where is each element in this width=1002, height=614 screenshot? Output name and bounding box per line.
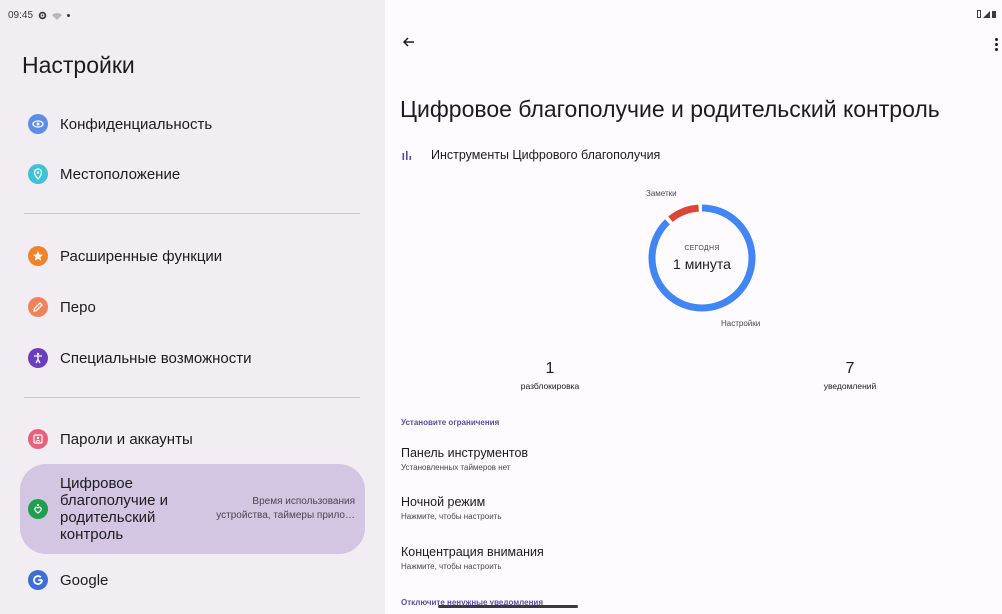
notifications-label: уведомлений xyxy=(823,381,877,391)
sidebar-item-label: Расширенные функции xyxy=(60,247,223,265)
status-bar-right xyxy=(977,10,996,18)
sidebar-item-digital-wellbeing[interactable]: Цифровое благополучие и родительский кон… xyxy=(20,464,365,554)
sidebar-item-label: Специальные возможности xyxy=(60,349,252,367)
donut-center: СЕГОДНЯ 1 минута xyxy=(640,196,764,320)
notification-dot-icon xyxy=(67,14,71,17)
notifications-count: 7 xyxy=(845,360,855,377)
more-vert-icon xyxy=(995,38,998,41)
bar-chart-icon xyxy=(402,151,412,160)
pen-icon xyxy=(28,297,48,317)
wifi-icon xyxy=(52,12,63,20)
gear-icon xyxy=(38,11,47,20)
wellbeing-tools-label: Инструменты Цифрового благополучия xyxy=(431,148,661,162)
battery-icon xyxy=(992,11,996,18)
eye-icon xyxy=(28,114,48,134)
sidebar-item-pen[interactable]: Перо xyxy=(20,293,365,321)
signal-icon xyxy=(983,10,990,18)
pref-title: Ночной режим xyxy=(401,495,486,509)
donut-time-label: 1 минута xyxy=(673,255,731,272)
status-time: 09:45 xyxy=(8,10,34,21)
vibrate-icon xyxy=(977,10,981,18)
navigation-gesture-bar[interactable] xyxy=(438,605,578,608)
donut-today-label: СЕГОДНЯ xyxy=(684,244,720,252)
pref-title: Концентрация внимания xyxy=(401,545,544,559)
sidebar-item-label: Пароли и аккаунты xyxy=(60,430,193,448)
sidebar-item-passwords-accounts[interactable]: Пароли и аккаунты xyxy=(20,425,365,453)
wellbeing-tools-header: Инструменты Цифрового благополучия xyxy=(402,148,660,162)
page-title: Цифровое благополучие и родительский кон… xyxy=(400,96,940,122)
sidebar-item-label: Google xyxy=(60,571,109,589)
status-bar-left: 09:45 xyxy=(8,10,71,21)
back-button[interactable] xyxy=(401,34,417,50)
sidebar-item-label: Цифровое благополучие и родительский кон… xyxy=(60,475,168,543)
unlocks-stat[interactable]: 1 разблокировка xyxy=(500,360,600,391)
unlocks-label: разблокировка xyxy=(520,381,580,391)
pref-subtitle: Установленных таймеров нет xyxy=(401,463,511,472)
sidebar-item-label: Местоположение xyxy=(60,165,181,183)
pref-dashboard[interactable]: Панель инструментов Установленных таймер… xyxy=(401,446,528,472)
accessibility-icon xyxy=(28,348,48,368)
wellbeing-icon xyxy=(28,499,48,519)
unlocks-count: 1 xyxy=(545,360,555,377)
sidebar-item-label: Конфиденциальность xyxy=(60,115,213,133)
divider xyxy=(24,397,360,398)
pref-subtitle: Нажмите, чтобы настроить xyxy=(401,512,502,521)
section-header-limits: Установите ограничения xyxy=(401,418,500,427)
pref-bedtime-mode[interactable]: Ночной режим Нажмите, чтобы настроить xyxy=(401,495,502,521)
divider xyxy=(24,213,360,214)
location-icon xyxy=(28,164,48,184)
notifications-stat[interactable]: 7 уведомлений xyxy=(800,360,900,391)
pref-subtitle: Нажмите, чтобы настроить xyxy=(401,562,502,571)
donut-label-settings: Настройки xyxy=(721,319,761,328)
sidebar-item-label: Перо xyxy=(60,298,96,316)
more-options-button[interactable] xyxy=(995,38,998,51)
sidebar-item-location[interactable]: Местоположение xyxy=(20,160,365,188)
pref-focus-mode[interactable]: Концентрация внимания Нажмите, чтобы нас… xyxy=(401,545,544,571)
google-icon xyxy=(28,570,48,590)
sidebar-item-accessibility[interactable]: Специальные возможности xyxy=(20,344,365,372)
star-icon xyxy=(28,246,48,266)
pref-title: Панель инструментов xyxy=(401,446,529,460)
sidebar-item-google[interactable]: Google xyxy=(20,566,365,594)
sidebar-item-privacy[interactable]: Конфиденциальность xyxy=(20,110,365,138)
sidebar-item-summary: Время использования устройства, таймеры … xyxy=(216,496,355,521)
account-icon xyxy=(28,429,48,449)
sidebar-item-advanced-features[interactable]: Расширенные функции xyxy=(20,242,365,270)
settings-title: Настройки xyxy=(22,52,135,78)
arrow-left-icon xyxy=(402,37,414,47)
usage-donut-chart[interactable]: СЕГОДНЯ 1 минута xyxy=(640,196,764,320)
